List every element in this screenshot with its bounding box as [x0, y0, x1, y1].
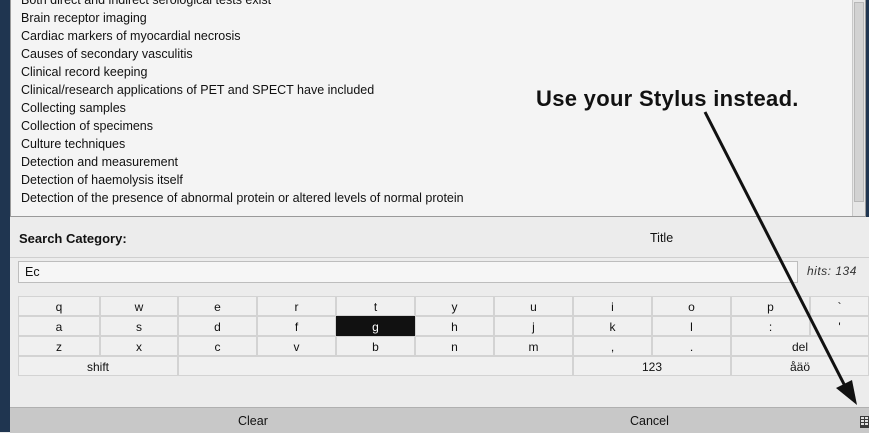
key-d[interactable]: d [178, 316, 257, 336]
key-special-chars[interactable]: åäö [731, 356, 869, 376]
list-item[interactable]: Culture techniques [21, 135, 841, 153]
key-z[interactable]: z [18, 336, 100, 356]
list-item[interactable]: Both direct and indirect serological tes… [21, 0, 841, 9]
clear-button[interactable]: Clear [238, 414, 268, 428]
list-scroll-thumb[interactable] [854, 2, 864, 202]
list-item[interactable]: Collecting samples [21, 99, 841, 117]
key-n[interactable]: n [415, 336, 494, 356]
list-item[interactable]: Collection of specimens [21, 117, 841, 135]
key-q[interactable]: q [18, 296, 100, 316]
list-fade [11, 208, 865, 216]
list-item[interactable]: Detection and measurement [21, 153, 841, 171]
key-i[interactable]: i [573, 296, 652, 316]
key-m[interactable]: m [494, 336, 573, 356]
list-item[interactable]: Causes of secondary vasculitis [21, 45, 841, 63]
key-l[interactable]: l [652, 316, 731, 336]
list-item[interactable]: Clinical/research applications of PET an… [21, 81, 841, 99]
key-f[interactable]: f [257, 316, 336, 336]
search-header: Search Category: Title [10, 217, 869, 258]
key-colon[interactable]: : [731, 316, 810, 336]
key-space[interactable] [178, 356, 573, 376]
results-list[interactable]: Both direct and indirect serological tes… [10, 0, 866, 217]
key-b[interactable]: b [336, 336, 415, 356]
key-apostrophe[interactable]: ' [810, 316, 869, 336]
key-s[interactable]: s [100, 316, 178, 336]
key-p[interactable]: p [731, 296, 810, 316]
key-period[interactable]: . [652, 336, 731, 356]
key-comma[interactable]: , [573, 336, 652, 356]
list-scrollbar[interactable] [852, 0, 865, 216]
key-v[interactable]: v [257, 336, 336, 356]
key-g[interactable]: g [336, 316, 415, 336]
key-h[interactable]: h [415, 316, 494, 336]
keyboard-grid-icon[interactable] [860, 416, 869, 428]
key-numbers[interactable]: 123 [573, 356, 731, 376]
search-category-selector[interactable]: Title [650, 231, 673, 245]
key-k[interactable]: k [573, 316, 652, 336]
list-item[interactable]: Detection of haemolysis itself [21, 171, 841, 189]
key-y[interactable]: y [415, 296, 494, 316]
key-shift[interactable]: shift [18, 356, 178, 376]
hits-count: hits: 134 [807, 264, 857, 278]
list-item[interactable]: Brain receptor imaging [21, 9, 841, 27]
list-item[interactable]: Clinical record keeping [21, 63, 841, 81]
action-bar: Clear Cancel [10, 407, 869, 433]
list-item[interactable]: Cardiac markers of myocardial necrosis [21, 27, 841, 45]
search-input[interactable]: Ec [18, 261, 798, 283]
search-category-label: Search Category: [19, 231, 127, 246]
key-a[interactable]: a [18, 316, 100, 336]
key-c[interactable]: c [178, 336, 257, 356]
key-o[interactable]: o [652, 296, 731, 316]
search-panel: Search Category: Title Ec hits: 134 q w … [10, 217, 869, 433]
key-j[interactable]: j [494, 316, 573, 336]
key-r[interactable]: r [257, 296, 336, 316]
key-backtick[interactable]: ` [810, 296, 869, 316]
key-t[interactable]: t [336, 296, 415, 316]
key-delete[interactable]: del [731, 336, 869, 356]
cancel-button[interactable]: Cancel [630, 414, 669, 428]
results-list-scroll: Both direct and indirect serological tes… [21, 0, 841, 207]
list-item[interactable]: Detection of the presence of abnormal pr… [21, 189, 841, 207]
key-x[interactable]: x [100, 336, 178, 356]
key-w[interactable]: w [100, 296, 178, 316]
key-u[interactable]: u [494, 296, 573, 316]
key-e[interactable]: e [178, 296, 257, 316]
